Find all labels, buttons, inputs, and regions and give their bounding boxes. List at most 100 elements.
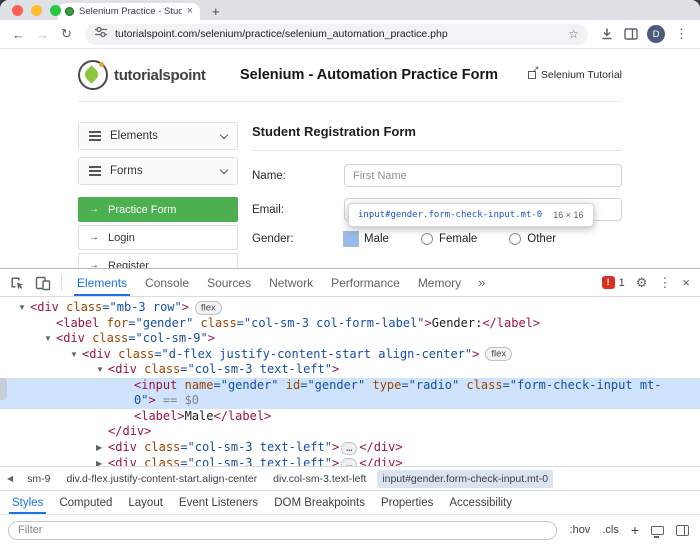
dom-tree-line[interactable]: ▼<div class="col-sm-9"> xyxy=(0,331,700,347)
styles-tab-computed[interactable]: Computed xyxy=(51,491,120,514)
tree-expand-arrow[interactable]: ▼ xyxy=(18,300,30,316)
gender-option-female[interactable]: Female xyxy=(421,233,477,245)
devtools-tab-console[interactable]: Console xyxy=(136,269,198,296)
devtools-tab-sources[interactable]: Sources xyxy=(198,269,260,296)
divider xyxy=(61,275,62,291)
zoom-window-button[interactable] xyxy=(50,5,61,16)
arrow-right-icon: → xyxy=(89,232,99,243)
tree-expand-arrow[interactable]: ▶ xyxy=(96,440,108,456)
styles-filter-input[interactable] xyxy=(8,521,557,540)
profile-avatar[interactable]: D xyxy=(647,25,665,43)
tree-expand-arrow[interactable]: ▼ xyxy=(44,331,56,347)
styles-tab-layout[interactable]: Layout xyxy=(120,491,171,514)
address-bar[interactable]: tutorialspoint.com/selenium/practice/sel… xyxy=(85,24,588,45)
gender-label: Gender: xyxy=(252,233,344,245)
dom-tree-line[interactable]: ▼<div class="mb-3 row">flex xyxy=(0,300,700,316)
dom-tree-line[interactable]: <label>Male</label> xyxy=(0,409,700,425)
form-title: Student Registration Form xyxy=(252,124,622,151)
breadcrumb-item[interactable]: div.d-flex.justify-content-start.align-c… xyxy=(62,470,263,488)
gender-option-other[interactable]: Other xyxy=(509,233,556,245)
devtools-tab-performance[interactable]: Performance xyxy=(322,269,409,296)
reload-button[interactable]: ↻ xyxy=(56,26,77,42)
styles-tab-styles[interactable]: Styles xyxy=(4,491,51,514)
gender-option-male[interactable]: Male xyxy=(344,232,389,246)
sidebar-item-practice-form[interactable]: →Practice Form xyxy=(78,197,238,222)
collapsed-content-button[interactable]: … xyxy=(341,458,357,466)
inspected-radio-highlight[interactable] xyxy=(344,232,358,246)
dom-tree-line[interactable]: ▼<div class="d-flex justify-content-star… xyxy=(0,347,700,363)
sidebar-item-login[interactable]: → Login xyxy=(78,225,238,250)
tutorial-link-label: Selenium Tutorial xyxy=(541,69,622,81)
rendering-emulation-icon[interactable] xyxy=(651,526,664,535)
devtools-close-icon[interactable]: × xyxy=(682,276,690,289)
collapsed-content-button[interactable]: … xyxy=(341,442,357,455)
first-name-input[interactable] xyxy=(344,164,622,187)
settings-gear-icon[interactable]: ⚙ xyxy=(636,276,648,289)
side-panel-icon[interactable] xyxy=(620,26,641,42)
tab-close-icon[interactable]: × xyxy=(187,6,193,17)
dom-tree-line[interactable]: <input name="gender" id="gender" type="r… xyxy=(0,378,700,394)
inspect-element-icon[interactable] xyxy=(5,271,29,295)
tooltip-selector: input#gender.form-check-input.mt-0 xyxy=(358,210,542,220)
sidebar-accordion-forms[interactable]: Forms xyxy=(78,157,238,185)
styles-tab-event-listeners[interactable]: Event Listeners xyxy=(171,491,266,514)
dom-tree-line[interactable]: </div> xyxy=(0,424,700,440)
tree-expand-arrow[interactable]: ▼ xyxy=(96,362,108,378)
breadcrumb-item[interactable]: input#gender.form-check-input.mt-0 xyxy=(377,470,553,488)
styles-tab-dom-breakpoints[interactable]: DOM Breakpoints xyxy=(266,491,373,514)
bookmark-star-icon[interactable]: ☆ xyxy=(568,28,579,40)
tutorialspoint-logo[interactable]: tutorialspoint xyxy=(78,60,228,90)
error-badge[interactable]: ! 1 xyxy=(602,276,625,289)
sidebar-item-register[interactable]: →Register xyxy=(78,253,238,268)
dom-breadcrumbs: ◀ sm-9 div.d-flex.justify-content-start.a… xyxy=(0,466,700,490)
downloads-icon[interactable] xyxy=(596,26,617,42)
devtools-tab-elements[interactable]: Elements xyxy=(68,269,136,296)
new-tab-button[interactable]: + xyxy=(212,5,220,18)
tab-favicon-icon xyxy=(65,7,74,16)
breadcrumb-item[interactable]: sm-9 xyxy=(22,470,55,488)
close-window-button[interactable] xyxy=(12,5,23,16)
sidebar-layout-icon[interactable] xyxy=(676,525,689,536)
gender-row: Gender: Male Female Other xyxy=(252,232,622,246)
back-button[interactable]: ← xyxy=(8,27,29,42)
dom-tree-line[interactable]: ▶<div class="col-sm-3 text-left">…</div> xyxy=(0,440,700,457)
dom-tree-line[interactable]: ▼<div class="col-sm-3 text-left"> xyxy=(0,362,700,378)
styles-pane-empty xyxy=(0,545,700,554)
browser-menu-kebab-icon[interactable]: ⋮ xyxy=(671,26,692,42)
styles-tab-accessibility[interactable]: Accessibility xyxy=(441,491,520,514)
radio-input[interactable] xyxy=(509,233,521,245)
flex-badge[interactable]: flex xyxy=(195,301,222,315)
device-toolbar-icon[interactable] xyxy=(31,271,55,295)
toggle-element-state-button[interactable]: :hov xyxy=(570,524,591,536)
breadcrumb-scroll-left-icon[interactable]: ◀ xyxy=(4,474,16,483)
devtools-kebab-icon[interactable]: ⋮ xyxy=(658,276,671,289)
devtools-panel: ElementsConsoleSourcesNetworkPerformance… xyxy=(0,268,700,554)
radio-input[interactable] xyxy=(421,233,433,245)
accordion-label: Forms xyxy=(110,165,143,177)
styles-tab-properties[interactable]: Properties xyxy=(373,491,441,514)
menu-item-label: Login xyxy=(108,232,135,244)
content-row: Elements Forms →Practice Form → Login →Regis… xyxy=(78,102,622,268)
minimize-window-button[interactable] xyxy=(31,5,42,16)
element-classes-button[interactable]: .cls xyxy=(602,524,619,536)
dom-tree-line[interactable]: <label for="gender" class="col-sm-3 col-… xyxy=(0,316,700,332)
devtools-tab-memory[interactable]: Memory xyxy=(409,269,470,296)
forward-button[interactable]: → xyxy=(32,27,53,42)
more-tabs-icon[interactable]: » xyxy=(472,275,491,290)
selenium-tutorial-link[interactable]: Selenium Tutorial xyxy=(510,69,622,81)
browser-tab[interactable]: Selenium Practice - Student × xyxy=(58,3,200,20)
tab-title: Selenium Practice - Student xyxy=(79,6,182,17)
url-text: tutorialspoint.com/selenium/practice/sel… xyxy=(115,28,561,40)
tree-expand-arrow[interactable]: ▶ xyxy=(96,456,108,466)
breadcrumb-item[interactable]: div.col-sm-3.text-left xyxy=(268,470,371,488)
dom-tree-line[interactable]: 0"> == $0 xyxy=(0,393,700,409)
radio-label: Other xyxy=(527,233,556,245)
new-style-rule-button[interactable]: + xyxy=(631,523,639,537)
devtools-tab-network[interactable]: Network xyxy=(260,269,322,296)
tree-expand-arrow[interactable]: ▼ xyxy=(70,347,82,363)
flex-badge[interactable]: flex xyxy=(485,347,512,361)
site-settings-icon[interactable] xyxy=(94,25,108,44)
sidebar-accordion-elements[interactable]: Elements xyxy=(78,122,238,150)
dom-tree-line[interactable]: ▶<div class="col-sm-3 text-left">…</div> xyxy=(0,456,700,466)
page-content: tutorialspoint Selenium - Automation Pra… xyxy=(0,49,700,268)
